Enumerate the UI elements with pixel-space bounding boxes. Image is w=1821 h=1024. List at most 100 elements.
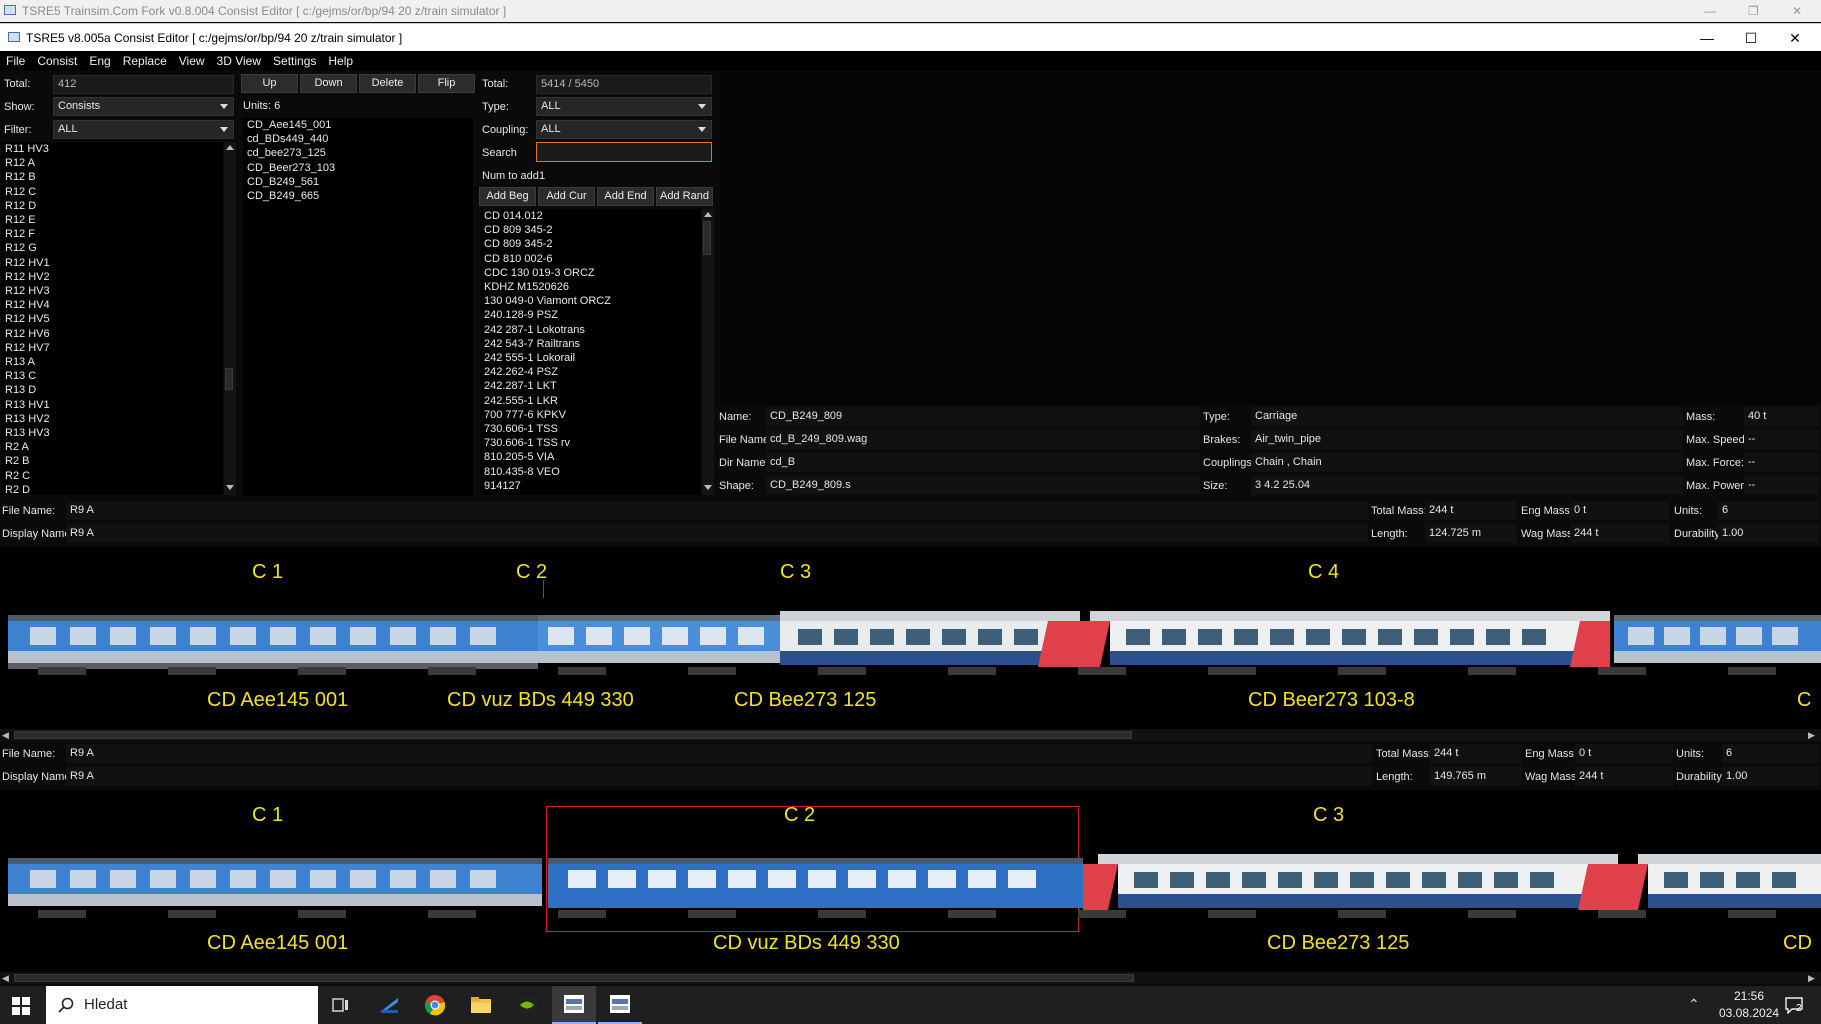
eng-list-item[interactable]: KDHZ M1520626: [480, 280, 701, 294]
outer-close-button[interactable]: ✕: [1792, 0, 1802, 22]
type-select[interactable]: ALL: [536, 97, 712, 116]
consist-list-item[interactable]: R11 HV3: [1, 142, 223, 156]
unit-list-item[interactable]: CD_Aee145_001: [243, 118, 473, 132]
eng-list[interactable]: CD 014.012 CD 809 345-2 CD 809 345-2 CD 810…: [480, 209, 701, 495]
flip-button[interactable]: Flip: [418, 74, 475, 93]
menu-help[interactable]: Help: [322, 51, 359, 71]
consist-list-item[interactable]: R12 B: [1, 170, 223, 184]
outer-minimize-button[interactable]: —: [1704, 0, 1716, 22]
eng-list-item[interactable]: 914127: [480, 479, 701, 493]
delete-button[interactable]: Delete: [359, 74, 416, 93]
menu-eng[interactable]: Eng: [83, 51, 116, 71]
eng-list-item[interactable]: CDC 130 019-3 ORCZ: [480, 266, 701, 280]
menu-3d-view[interactable]: 3D View: [211, 51, 267, 71]
consist-list-item[interactable]: R2 C: [1, 469, 223, 483]
consist-list-item[interactable]: R12 C: [1, 185, 223, 199]
eng-list-item[interactable]: 730.606-1 TSS rv: [480, 436, 701, 450]
consist-list-item[interactable]: R2 B: [1, 454, 223, 468]
consist-list-item[interactable]: R12 HV2: [1, 270, 223, 284]
maximize-button[interactable]: ☐: [1729, 24, 1773, 52]
consist-list-item[interactable]: R13 A: [1, 355, 223, 369]
chrome-icon[interactable]: [424, 994, 446, 1016]
consist2-durability-spinner[interactable]: 1.00: [1722, 767, 1819, 786]
scroll-right-icon[interactable]: ▶: [1808, 973, 1815, 984]
consist2-display-field[interactable]: R9 A: [66, 767, 1372, 786]
consist-list-item[interactable]: R12 HV3: [1, 284, 223, 298]
scroll-thumb[interactable]: [14, 731, 1132, 739]
eng-list-item[interactable]: CD 810 002-6: [480, 252, 701, 266]
consist-list-item[interactable]: R13 HV3: [1, 426, 223, 440]
up-button[interactable]: Up: [241, 74, 298, 93]
eng-list-item[interactable]: CD 809 345-2: [480, 223, 701, 237]
consist2-hscrollbar[interactable]: ◀ ▶: [0, 972, 1821, 984]
scroll-up-icon[interactable]: [226, 145, 234, 150]
consist1-viewer[interactable]: C 1 C 2 C 3 C 4 CD Aee145 001 CD vuz BDs…: [0, 547, 1821, 729]
scroll-left-icon[interactable]: ◀: [2, 730, 9, 741]
eng-list-item[interactable]: 700 777-6 KPKV: [480, 408, 701, 422]
eng-list-item[interactable]: CD 014.012: [480, 209, 701, 223]
units-list[interactable]: CD_Aee145_001 cd_BDs449_440 cd_bee273_125 C…: [243, 118, 473, 496]
task-view-icon[interactable]: [330, 994, 352, 1016]
file-explorer-icon[interactable]: [470, 994, 492, 1016]
eng-list-item[interactable]: 242 543-7 Railtrans: [480, 337, 701, 351]
consist-list[interactable]: R11 HV3 R12 A R12 B R12 C R12 D R12 E R12 F R12…: [1, 142, 223, 495]
consist-list-item[interactable]: R12 HV6: [1, 327, 223, 341]
scroll-up-icon[interactable]: [704, 212, 712, 217]
consist-list-item[interactable]: R12 E: [1, 213, 223, 227]
coupling-select[interactable]: ALL: [536, 120, 712, 139]
scroll-right-icon[interactable]: ▶: [1808, 730, 1815, 741]
add-beg-button[interactable]: Add Beg: [479, 187, 536, 206]
unit-list-item[interactable]: CD_B249_561: [243, 175, 473, 189]
menu-replace[interactable]: Replace: [117, 51, 173, 71]
windows-start-icon[interactable]: [12, 997, 30, 1015]
add-rand-button[interactable]: Add Rand: [656, 187, 713, 206]
nvidia-icon[interactable]: [516, 994, 538, 1016]
consist-list-item[interactable]: R12 HV5: [1, 312, 223, 326]
taskbar-search-box[interactable]: Hledat: [46, 986, 318, 1024]
consist-list-item[interactable]: R12 HV4: [1, 298, 223, 312]
menu-settings[interactable]: Settings: [267, 51, 322, 71]
eng-list-item[interactable]: 242.287-1 LKT: [480, 379, 701, 393]
eng-list-item[interactable]: 810.205-5 VIA: [480, 450, 701, 464]
consist2-viewer[interactable]: C 1 C 2 C 3 CD Aee145 001 CD vuz BDs 449…: [0, 790, 1821, 972]
eng-list-item[interactable]: 242 287-1 Lokotrans: [480, 323, 701, 337]
add-end-button[interactable]: Add End: [597, 187, 654, 206]
add-cur-button[interactable]: Add Cur: [538, 187, 595, 206]
eng-list-scrollbar[interactable]: [702, 209, 714, 495]
scroll-thumb[interactable]: [703, 221, 711, 255]
show-select[interactable]: Consists: [53, 97, 234, 116]
unit-list-item[interactable]: CD_B249_665: [243, 189, 473, 203]
clock-time[interactable]: 21:56: [1714, 989, 1784, 1003]
consist-list-item[interactable]: R12 A: [1, 156, 223, 170]
train-app-icon[interactable]: [378, 994, 400, 1016]
eng-list-item[interactable]: 810.435-8 VEO: [480, 465, 701, 479]
minimize-button[interactable]: —: [1685, 24, 1729, 52]
eng-list-item[interactable]: 242 555-1 Lokorail: [480, 351, 701, 365]
search-input[interactable]: [536, 142, 712, 162]
unit-list-item[interactable]: cd_BDs449_440: [243, 132, 473, 146]
consist-list-item[interactable]: R12 F: [1, 227, 223, 241]
menu-consist[interactable]: Consist: [31, 51, 83, 71]
eng-list-item[interactable]: 242.555-1 LKR: [480, 394, 701, 408]
consist2-filename-field[interactable]: R9 A: [66, 744, 1372, 763]
down-button[interactable]: Down: [300, 74, 357, 93]
taskbar-app-2[interactable]: [598, 986, 642, 1024]
eng-list-item[interactable]: 240.128-9 PSZ: [480, 308, 701, 322]
scroll-thumb[interactable]: [225, 368, 233, 390]
num-to-add-field[interactable]: 1: [539, 170, 545, 182]
consist-list-item[interactable]: R2 A: [1, 440, 223, 454]
clock-date[interactable]: 03.08.2024: [1714, 1006, 1784, 1020]
consist1-hscrollbar[interactable]: ◀ ▶: [0, 729, 1821, 741]
outer-maximize-button[interactable]: ❐: [1748, 0, 1759, 22]
menu-view[interactable]: View: [173, 51, 211, 71]
consist-list-item[interactable]: R2 D: [1, 483, 223, 495]
filter-select[interactable]: ALL: [53, 120, 234, 139]
consist-list-item[interactable]: R12 HV1: [1, 256, 223, 270]
unit-list-item[interactable]: cd_bee273_125: [243, 146, 473, 160]
consist-list-item[interactable]: R13 C: [1, 369, 223, 383]
tray-chevron-up-icon[interactable]: ⌃: [1688, 996, 1700, 1013]
consist-list-item[interactable]: R13 HV1: [1, 398, 223, 412]
consist1-filename-field[interactable]: R9 A: [66, 501, 1368, 520]
3d-preview-area[interactable]: [720, 72, 1821, 404]
eng-list-item[interactable]: 730.606-1 TSS: [480, 422, 701, 436]
